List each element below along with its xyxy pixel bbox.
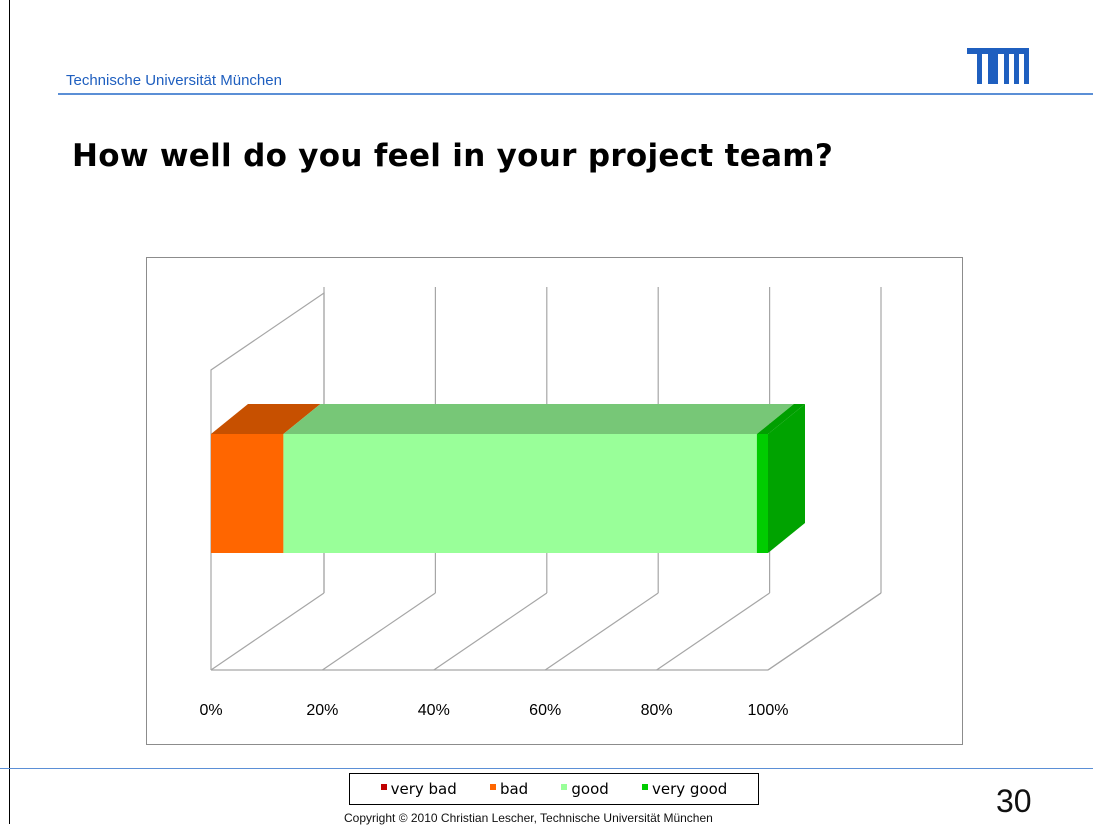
legend-item: bad xyxy=(489,780,529,798)
slide-title: How well do you feel in your project tea… xyxy=(72,138,834,174)
floor-gridline xyxy=(210,592,325,671)
chart-legend: very bad bad good very good xyxy=(349,773,759,805)
legend-swatch xyxy=(489,784,496,790)
floor-gridline xyxy=(433,592,548,671)
x-tick-label: 100% xyxy=(748,702,789,719)
legend-item: very good xyxy=(642,780,727,798)
legend-swatch xyxy=(561,784,568,790)
bar-segment xyxy=(756,434,768,553)
legend-item: good xyxy=(561,780,609,798)
legend-swatch xyxy=(642,784,649,790)
floor-gridline xyxy=(767,592,882,671)
bar-segment xyxy=(211,434,284,553)
x-tick-label: 60% xyxy=(529,702,561,719)
copyright-notice: Copyright © 2010 Christian Lescher, Tech… xyxy=(344,811,713,825)
university-name: Technische Universität München xyxy=(66,72,282,89)
legend-swatch xyxy=(380,784,387,790)
x-tick-label: 40% xyxy=(418,702,450,719)
header-rule xyxy=(58,93,1093,95)
x-tick-label: 0% xyxy=(199,702,222,719)
stacked-bar-chart: 0% 20% 40% 60% 80% 100% xyxy=(199,287,882,719)
page-number: 30 xyxy=(996,783,1032,819)
x-tick-label: 20% xyxy=(306,702,338,719)
bar-segment xyxy=(283,434,757,553)
tum-logo xyxy=(967,48,1029,84)
legend-label: bad xyxy=(499,780,529,798)
floor-gridline xyxy=(322,592,436,671)
legend-label: very bad xyxy=(390,780,457,798)
legend-item: very bad xyxy=(380,780,457,798)
footer-rule xyxy=(0,768,1093,769)
left-border xyxy=(9,0,10,824)
bar-segment-top xyxy=(283,404,794,434)
legend-label: very good xyxy=(652,780,728,798)
floor-gridline xyxy=(656,592,770,671)
x-tick-label: 80% xyxy=(641,702,673,719)
floor-gridline xyxy=(544,592,659,671)
legend-label: good xyxy=(571,780,609,798)
